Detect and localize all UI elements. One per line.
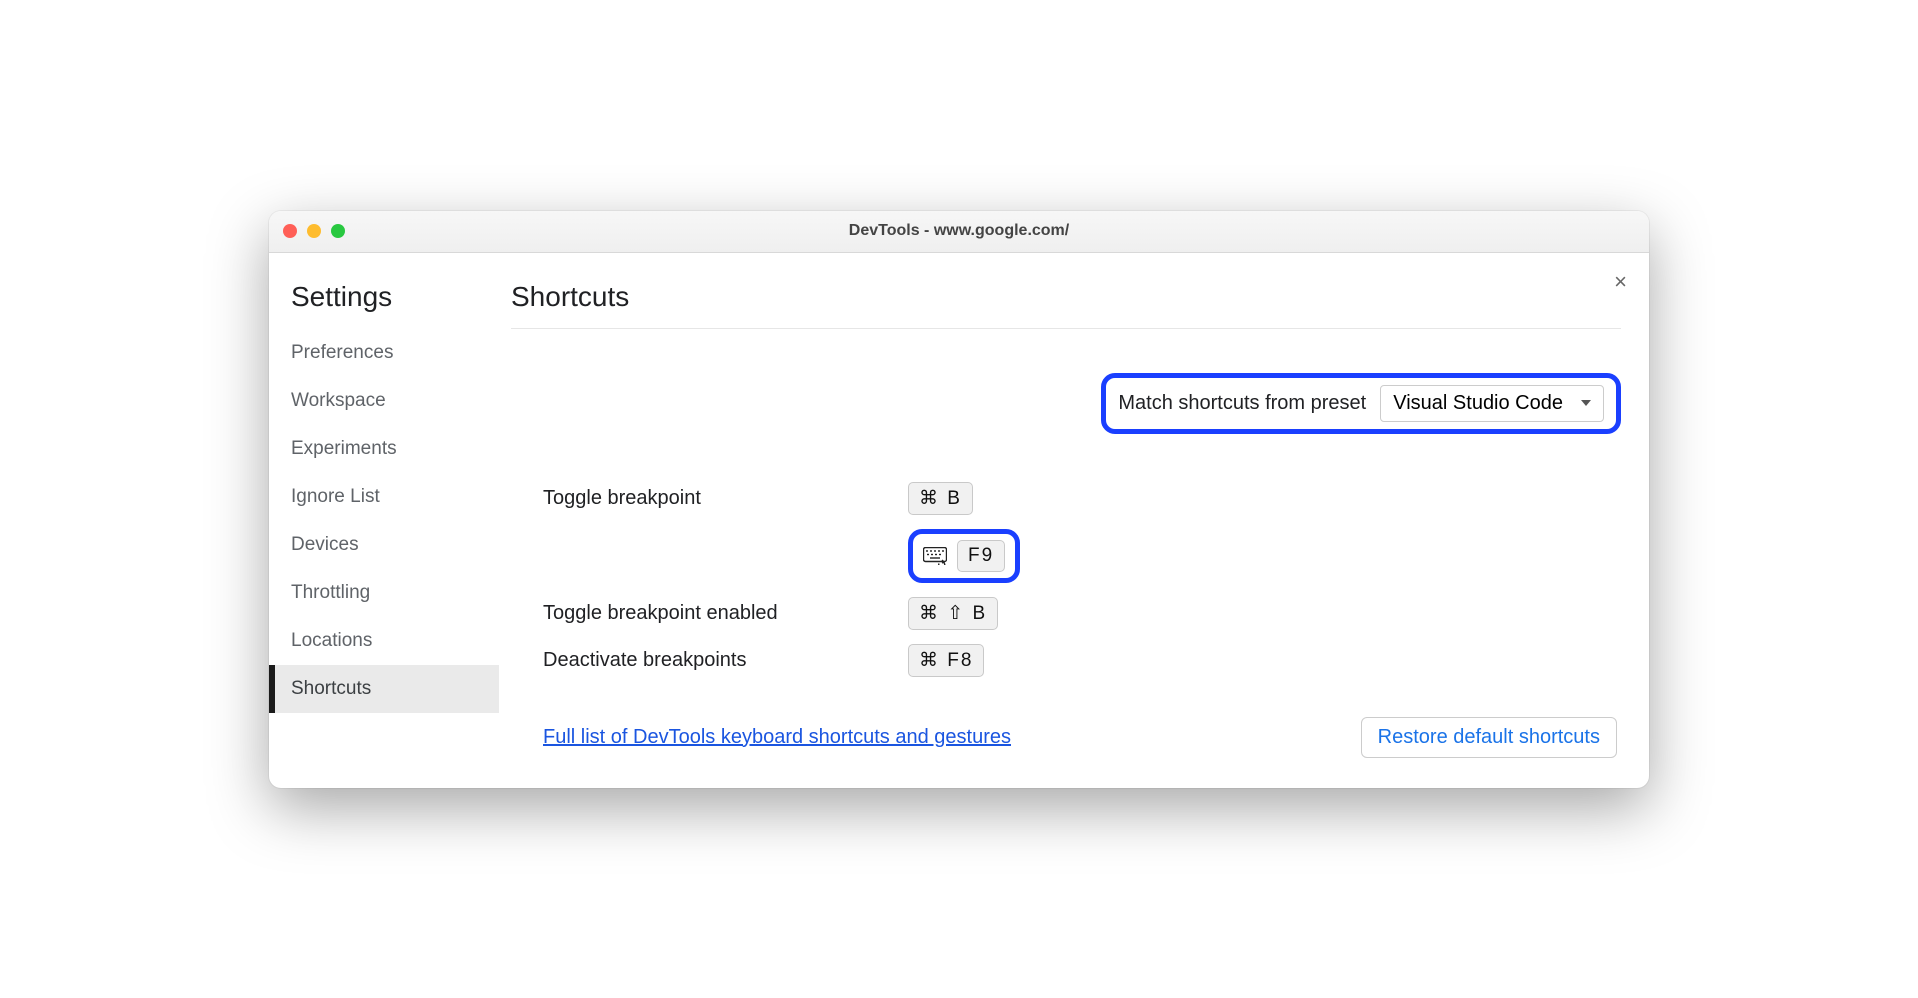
keyboard-icon xyxy=(923,547,947,565)
page-title: Shortcuts xyxy=(511,281,1621,329)
window-minimize-dot[interactable] xyxy=(307,224,321,238)
shortcut-label: Toggle breakpoint xyxy=(543,487,908,510)
chevron-down-icon xyxy=(1581,400,1591,406)
sidebar-item-throttling[interactable]: Throttling xyxy=(291,569,499,617)
shortcut-row: Toggle breakpoint ⌘ B xyxy=(543,482,1617,515)
preset-label: Match shortcuts from preset xyxy=(1118,392,1366,415)
shortcut-key-cell: ⌘ ⇧ B xyxy=(908,597,998,630)
bottom-row: Full list of DevTools keyboard shortcuts… xyxy=(511,717,1621,758)
shortcut-row: Deactivate breakpoints ⌘ F8 xyxy=(543,644,1617,677)
sidebar-item-devices[interactable]: Devices xyxy=(291,521,499,569)
window-title: DevTools - www.google.com/ xyxy=(849,222,1069,240)
sidebar-item-locations[interactable]: Locations xyxy=(291,617,499,665)
sidebar-item-label: Workspace xyxy=(291,390,386,411)
full-list-link[interactable]: Full list of DevTools keyboard shortcuts… xyxy=(543,726,1011,749)
close-icon[interactable]: × xyxy=(1614,271,1627,293)
sidebar-item-shortcuts[interactable]: Shortcuts xyxy=(269,665,499,713)
settings-heading: Settings xyxy=(291,281,499,313)
devtools-settings-window: DevTools - www.google.com/ × Settings Pr… xyxy=(269,211,1649,788)
sidebar-item-label: Experiments xyxy=(291,438,397,459)
sidebar-item-preferences[interactable]: Preferences xyxy=(291,329,499,377)
shortcut-key-cell: ⌘ F8 xyxy=(908,644,984,677)
shortcut-row: F9 xyxy=(543,529,1617,583)
sidebar-item-workspace[interactable]: Workspace xyxy=(291,377,499,425)
preset-highlight-outline: Match shortcuts from preset Visual Studi… xyxy=(1101,373,1621,434)
settings-content: × Settings Preferences Workspace Experim… xyxy=(269,253,1649,788)
settings-sidebar: Settings Preferences Workspace Experimen… xyxy=(269,271,499,758)
shortcut-key-cell: F9 xyxy=(908,529,1020,583)
sidebar-item-ignore-list[interactable]: Ignore List xyxy=(291,473,499,521)
key-chip[interactable]: ⌘ B xyxy=(908,482,973,515)
restore-default-button[interactable]: Restore default shortcuts xyxy=(1361,717,1617,758)
shortcut-row: Toggle breakpoint enabled ⌘ ⇧ B xyxy=(543,597,1617,630)
sidebar-item-label: Ignore List xyxy=(291,486,380,507)
shortcut-list: Toggle breakpoint ⌘ B xyxy=(511,482,1621,677)
window-zoom-dot[interactable] xyxy=(331,224,345,238)
settings-main: Shortcuts Match shortcuts from preset Vi… xyxy=(499,271,1649,758)
sidebar-item-label: Shortcuts xyxy=(291,678,371,699)
traffic-lights xyxy=(283,224,345,238)
shortcut-highlight-outline: F9 xyxy=(908,529,1020,583)
key-chip[interactable]: ⌘ ⇧ B xyxy=(908,597,998,630)
window-titlebar: DevTools - www.google.com/ xyxy=(269,211,1649,253)
preset-select[interactable]: Visual Studio Code xyxy=(1380,385,1604,422)
preset-row: Match shortcuts from preset Visual Studi… xyxy=(511,373,1621,434)
shortcut-label: Toggle breakpoint enabled xyxy=(543,602,908,625)
preset-select-value: Visual Studio Code xyxy=(1393,392,1563,415)
sidebar-item-label: Preferences xyxy=(291,342,393,363)
shortcut-key-cell: ⌘ B xyxy=(908,482,973,515)
sidebar-item-label: Locations xyxy=(291,630,372,651)
key-chip[interactable]: ⌘ F8 xyxy=(908,644,984,677)
sidebar-item-label: Throttling xyxy=(291,582,370,603)
key-chip[interactable]: F9 xyxy=(957,540,1005,572)
sidebar-item-label: Devices xyxy=(291,534,359,555)
shortcut-label: Deactivate breakpoints xyxy=(543,649,908,672)
sidebar-item-experiments[interactable]: Experiments xyxy=(291,425,499,473)
window-close-dot[interactable] xyxy=(283,224,297,238)
